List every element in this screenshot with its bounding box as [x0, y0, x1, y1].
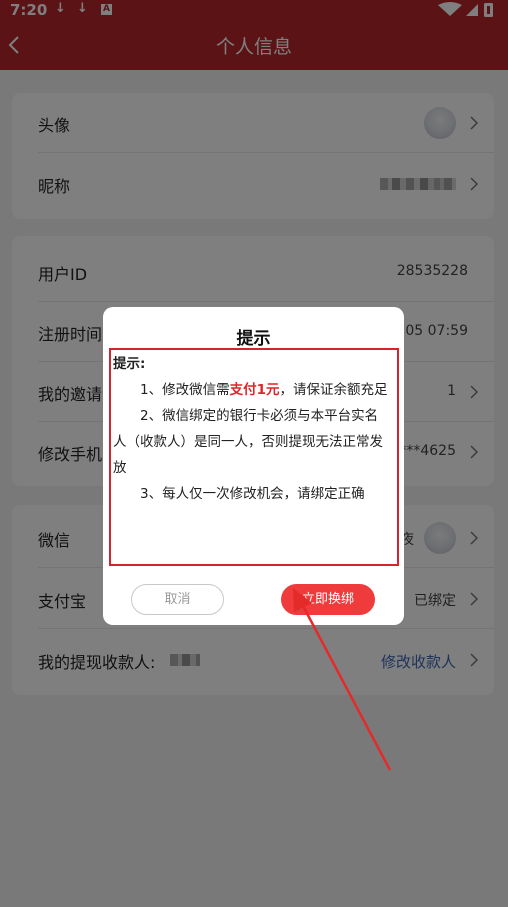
- dialog-title: 提示: [236, 329, 271, 349]
- rebind-now-button[interactable]: 立即换绑: [281, 584, 375, 615]
- annotation-highlight-box: [109, 348, 399, 566]
- cancel-button[interactable]: 取消: [131, 584, 224, 615]
